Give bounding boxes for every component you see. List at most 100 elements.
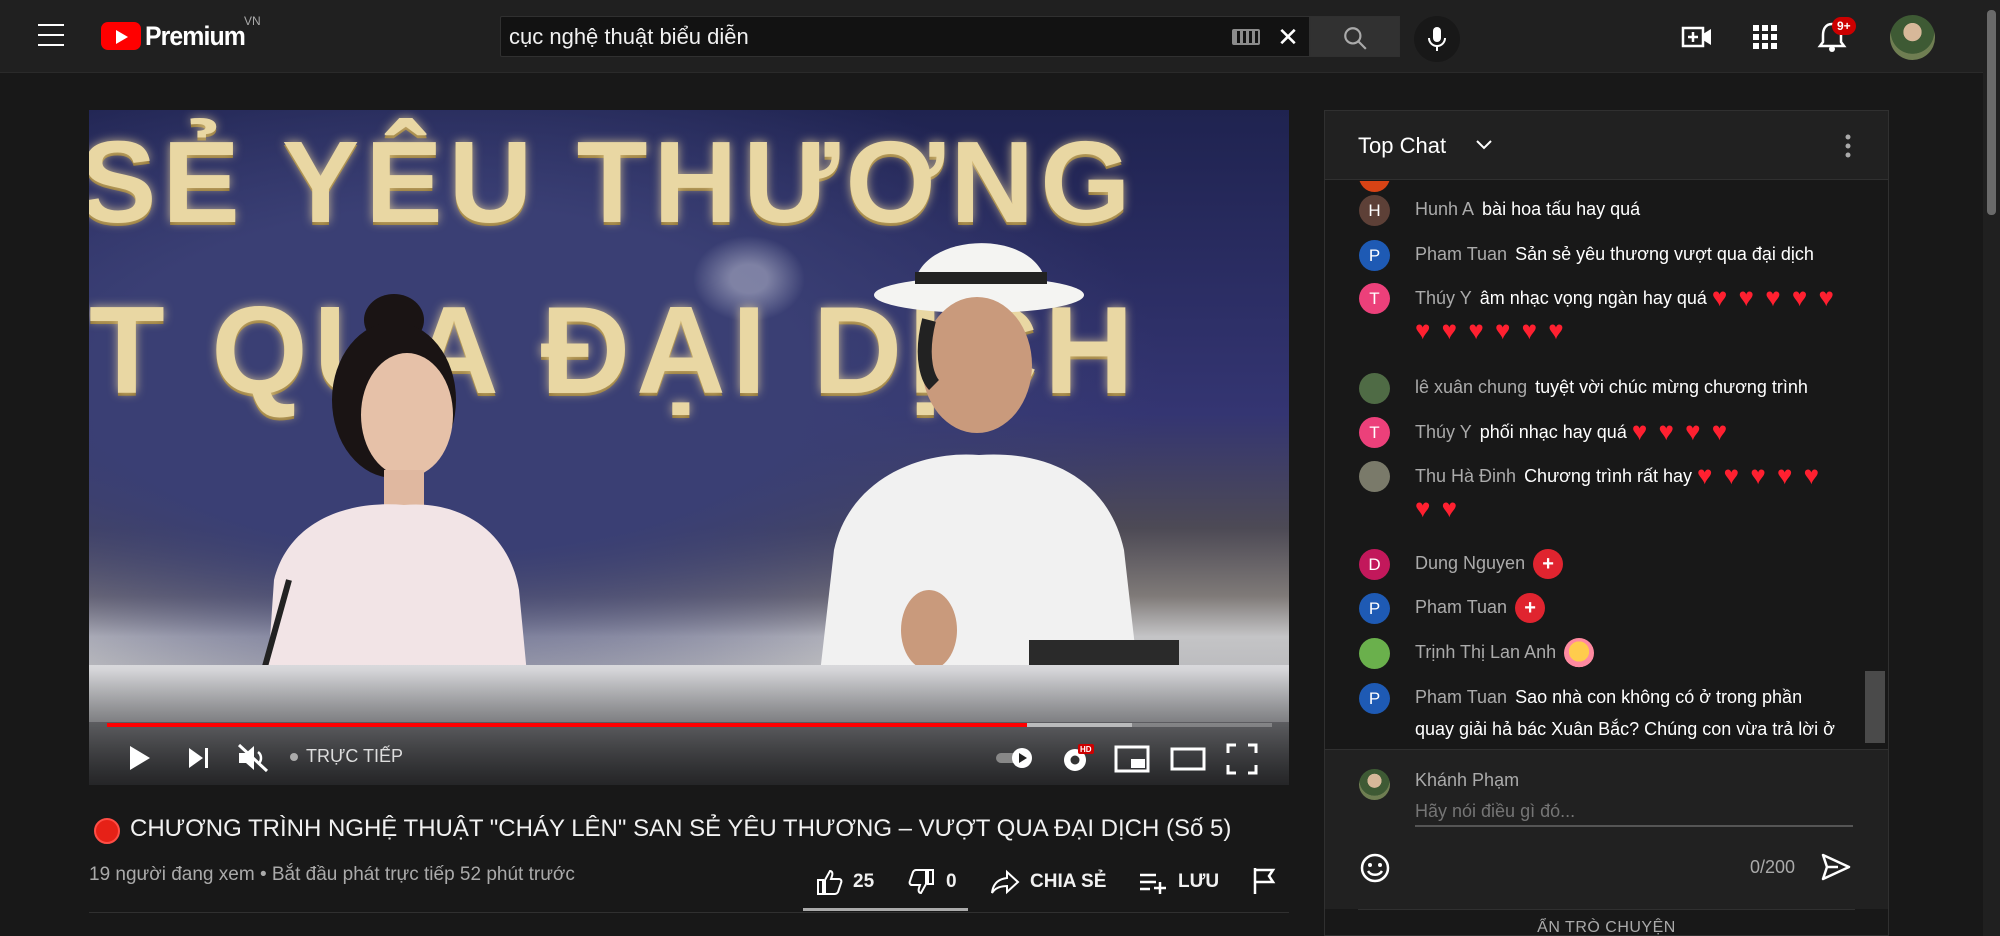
chat-user-name: Khánh Phạm	[1415, 770, 1520, 790]
save-button[interactable]: LƯU	[1138, 864, 1219, 900]
live-chat-panel: Top Chat H Hunh A bài hoa tấu hay quá P Pha…	[1324, 110, 1889, 936]
chat-scrollbar[interactable]	[1865, 671, 1885, 743]
create-video-icon[interactable]	[1680, 20, 1714, 54]
keyboard-icon[interactable]	[1232, 29, 1260, 45]
chat-author-name[interactable]: Dung Nguyen	[1415, 553, 1525, 573]
dislike-count: 0	[946, 871, 957, 892]
hide-chat-button[interactable]: ẨN TRÒ CHUYỆN	[1358, 909, 1855, 935]
page-scrollbar[interactable]	[1983, 0, 2000, 936]
chat-author-avatar[interactable]: H	[1359, 195, 1390, 226]
chat-message[interactable]: T Thúy Yâm nhạc vọng ngàn hay quá ♥ ♥ ♥ ♥…	[1359, 281, 1839, 347]
chat-mode-selector[interactable]: Top Chat	[1358, 133, 1446, 159]
chat-author-name[interactable]: lê xuân chung	[1415, 377, 1527, 397]
muted-volume-icon[interactable]	[236, 742, 270, 774]
search-button[interactable]	[1310, 16, 1400, 57]
chat-user-avatar	[1359, 769, 1390, 800]
video-meta: 19 người đang xem • Bắt đầu phát trực ti…	[89, 864, 575, 885]
chat-message[interactable]: P Pham Tuan +	[1359, 591, 1839, 624]
menu-icon[interactable]	[38, 24, 64, 48]
chat-message[interactable]: Trịnh Thị Lan Anh	[1359, 636, 1839, 669]
chat-message-content: Pham Tuan Sản sẻ yêu thương vượt qua đại …	[1415, 238, 1839, 270]
chat-message-content: Thu Hà Đinh Chương trình rất hay ♥ ♥ ♥ ♥ …	[1415, 459, 1839, 525]
share-arrow-icon	[991, 869, 1020, 895]
chat-author-name[interactable]: Thu Hà Đinh	[1415, 466, 1516, 486]
youtube-logo[interactable]: Premium	[101, 20, 254, 52]
voice-search-button[interactable]	[1414, 16, 1460, 62]
chat-message-text: Chương trình rất hay	[1524, 466, 1697, 486]
chat-author-avatar[interactable]: P	[1359, 683, 1390, 714]
chat-message-input[interactable]	[1415, 797, 1853, 827]
save-label: LƯU	[1178, 871, 1220, 892]
video-title: CHƯƠNG TRÌNH NGHỆ THUẬT "CHÁY LÊN" SAN S…	[130, 815, 1232, 842]
live-label[interactable]: TRỰC TIẾP	[306, 746, 403, 767]
chat-author-name[interactable]: Trịnh Thị Lan Anh	[1415, 642, 1556, 662]
share-button[interactable]: CHIA SẺ	[990, 864, 1106, 900]
chat-message[interactable]: T Thúy Y phối nhạc hay quá ♥ ♥ ♥ ♥	[1359, 415, 1839, 448]
chat-message-content: Pham Tuan +	[1415, 591, 1839, 624]
chat-message-content: Trịnh Thị Lan Anh	[1415, 636, 1839, 669]
share-label: CHIA SẺ	[1030, 871, 1107, 892]
next-icon[interactable]	[186, 746, 212, 770]
chat-author-name[interactable]: Hunh A	[1415, 199, 1474, 219]
apps-grid-icon[interactable]	[1748, 20, 1782, 54]
emoji-icon[interactable]	[1359, 852, 1391, 884]
video-player[interactable]: SẺ YÊU THƯƠNG T QUA ĐẠI DỊCH TRỰC TIẾP H…	[89, 110, 1289, 785]
chat-author-name[interactable]: Pham Tuan	[1415, 597, 1507, 617]
chat-author-avatar[interactable]: D	[1359, 549, 1390, 580]
hug-heart-emoji	[1564, 638, 1595, 669]
chat-author-avatar[interactable]	[1359, 638, 1390, 669]
play-icon[interactable]	[127, 744, 153, 772]
masthead: Premium VN ✕ 9+	[0, 0, 2000, 73]
chevron-down-icon[interactable]	[1475, 139, 1493, 151]
youtube-play-icon	[101, 22, 141, 50]
chat-message-text: bài hoa tấu hay quá	[1482, 199, 1641, 219]
live-badge-icon	[94, 818, 120, 844]
microphone-icon	[1428, 27, 1446, 51]
chat-message[interactable]: P Pham Tuan Sao nhà con không có ở trong p…	[1359, 681, 1839, 749]
send-icon[interactable]	[1820, 852, 1852, 882]
svg-text:HD: HD	[1080, 745, 1092, 754]
chat-author-name[interactable]: Pham Tuan	[1415, 244, 1507, 264]
chat-message[interactable]: lê xuân chung tuyệt vời chúc mừng chương …	[1359, 371, 1839, 404]
content-divider	[89, 912, 1289, 913]
chat-author-avatar[interactable]: P	[1359, 240, 1390, 271]
account-avatar[interactable]	[1890, 15, 1935, 60]
settings-gear-icon[interactable]: HD	[1061, 743, 1095, 775]
chat-author-avatar[interactable]: T	[1359, 417, 1390, 448]
chat-avatar-partial	[1359, 181, 1390, 192]
like-button[interactable]: 25	[815, 864, 874, 900]
chat-message-text: âm nhạc vọng ngàn hay quá	[1479, 288, 1712, 308]
autoplay-toggle[interactable]	[994, 746, 1036, 770]
chat-author-avatar[interactable]: P	[1359, 593, 1390, 624]
chat-header: Top Chat	[1325, 111, 1888, 180]
chat-author-name[interactable]: Thúy Y	[1415, 288, 1472, 308]
like-count: 25	[853, 871, 875, 892]
chat-author-avatar[interactable]	[1359, 373, 1390, 404]
clear-search-icon[interactable]: ✕	[1274, 23, 1302, 51]
thumbs-up-icon	[817, 869, 843, 895]
theater-mode-icon[interactable]	[1170, 746, 1206, 772]
report-flag-icon[interactable]	[1251, 866, 1277, 896]
chat-author-avatar[interactable]: T	[1359, 283, 1390, 314]
chat-message-content: Hunh A bài hoa tấu hay quá	[1415, 193, 1839, 225]
miniplayer-icon[interactable]	[1114, 745, 1150, 773]
fullscreen-icon[interactable]	[1226, 743, 1258, 775]
chat-message[interactable]: Thu Hà Đinh Chương trình rất hay ♥ ♥ ♥ ♥ …	[1359, 459, 1839, 525]
medical-cross-emoji: +	[1515, 593, 1546, 624]
country-code: VN	[244, 14, 261, 28]
chat-messages[interactable]: H Hunh A bài hoa tấu hay quá P Pham Tuan Sản…	[1325, 181, 1888, 749]
chat-message[interactable]: H Hunh A bài hoa tấu hay quá	[1359, 193, 1839, 226]
more-options-icon[interactable]	[1844, 133, 1852, 159]
chat-author-avatar[interactable]	[1359, 461, 1390, 492]
chat-author-name[interactable]: Pham Tuan	[1415, 687, 1507, 707]
progress-bar[interactable]	[107, 723, 1272, 727]
chat-message[interactable]: D Dung Nguyen +	[1359, 547, 1839, 580]
chat-message-content: Dung Nguyen +	[1415, 547, 1839, 580]
thumbs-down-icon	[908, 869, 934, 895]
logo-text: Premium	[145, 20, 246, 51]
page-scroll-thumb[interactable]	[1987, 10, 1996, 215]
dislike-button[interactable]: 0	[908, 864, 957, 900]
chat-message[interactable]: P Pham Tuan Sản sẻ yêu thương vượt qua đại…	[1359, 238, 1839, 271]
chat-author-name[interactable]: Thúy Y	[1415, 422, 1472, 442]
search-input[interactable]	[509, 17, 1209, 56]
